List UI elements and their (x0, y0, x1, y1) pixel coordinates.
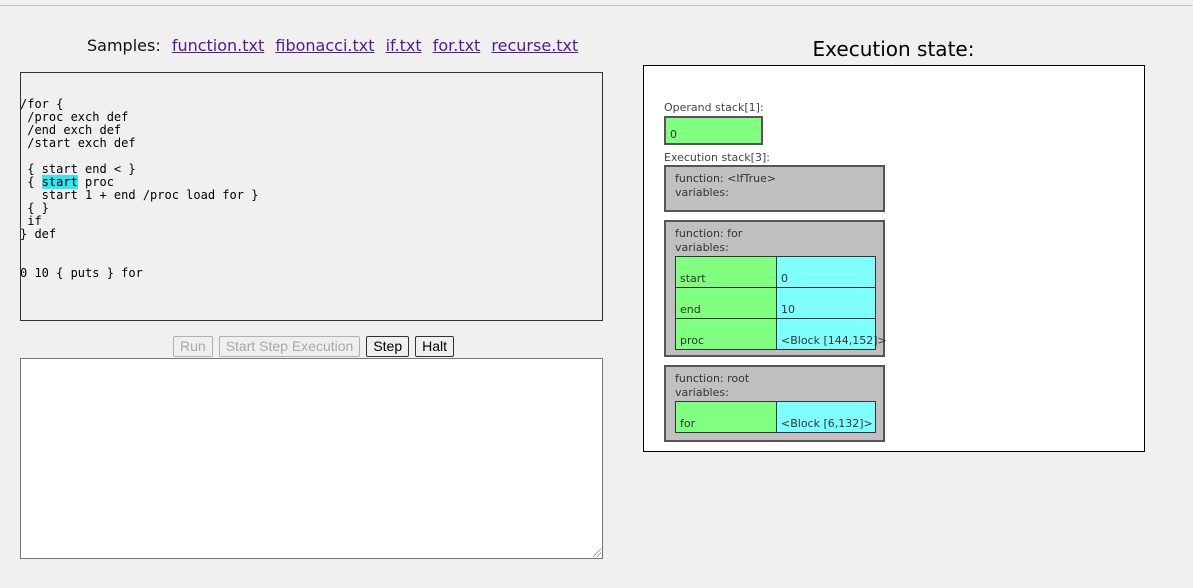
execution-state-title: Execution state: (812, 37, 975, 61)
sample-link-function[interactable]: function.txt (172, 36, 264, 55)
sample-link-recurse[interactable]: recurse.txt (491, 36, 578, 55)
var-name-cell: end (676, 288, 777, 318)
code-editor[interactable]: /for { /proc exch def /end exch def /sta… (20, 72, 603, 321)
halt-button[interactable]: Halt (415, 336, 455, 357)
var-name-cell: for (676, 402, 777, 432)
frame-function-label: function: for (675, 227, 743, 240)
execution-stack-label: Execution stack[3]: (664, 151, 770, 164)
sample-link-if[interactable]: if.txt (386, 36, 422, 55)
run-button[interactable]: Run (173, 336, 213, 357)
stack-frame-for: function: for variables: start 0 end 10 … (664, 220, 887, 357)
execution-state-panel: Operand stack[1]: 0 Execution stack[3]: … (643, 65, 1145, 452)
sample-link-for[interactable]: for.txt (433, 36, 481, 55)
frame-function-label: function: <IfTrue> (675, 172, 777, 185)
variables-table: for <Block [6,132]> (675, 401, 876, 433)
table-row: proc <Block [144,152]> (676, 318, 887, 349)
top-divider (0, 5, 1193, 6)
output-textarea[interactable] (20, 358, 603, 559)
var-value-cell: 10 (777, 288, 875, 318)
var-name: end (680, 303, 701, 316)
control-buttons: Run Start Step Execution Step Halt (173, 336, 455, 357)
var-name: for (680, 417, 696, 430)
var-value-cell: <Block [144,152]> (777, 319, 887, 349)
samples-bar: Samples: function.txt fibonacci.txt if.t… (87, 36, 578, 55)
table-row: end 10 (676, 287, 875, 318)
var-name-cell: proc (676, 319, 777, 349)
stack-frame-iftrue: function: <IfTrue> variables: (664, 165, 885, 212)
resize-grip-icon[interactable] (593, 549, 601, 557)
current-token-highlight: start (41, 175, 78, 189)
frame-function-label: function: root (675, 372, 750, 385)
var-value: <Block [144,152]> (781, 334, 887, 347)
code-after: proc start 1 + end /proc load for } { } … (20, 175, 259, 280)
code-text[interactable]: /for { /proc exch def /end exch def /sta… (20, 98, 259, 280)
var-value-cell: <Block [6,132]> (777, 402, 875, 432)
frame-variables-label: variables: (675, 186, 729, 199)
operand-value: 0 (670, 128, 677, 141)
variables-table: start 0 end 10 proc <Block [144,152]> (675, 256, 887, 350)
start-step-execution-button[interactable]: Start Step Execution (218, 336, 361, 357)
var-value: 0 (781, 272, 788, 285)
frame-variables-label: variables: (675, 386, 729, 399)
table-row: for <Block [6,132]> (676, 402, 875, 432)
operand-stack-item: 0 (664, 116, 763, 145)
samples-label: Samples: (87, 36, 161, 55)
step-button[interactable]: Step (366, 336, 410, 357)
var-name: start (680, 272, 706, 285)
var-value-cell: 0 (777, 257, 875, 287)
stack-frame-root: function: root variables: for <Block [6,… (664, 365, 885, 442)
var-name-cell: start (676, 257, 777, 287)
operand-stack-label: Operand stack[1]: (664, 101, 764, 114)
sample-link-fibonacci[interactable]: fibonacci.txt (275, 36, 374, 55)
table-row: start 0 (676, 257, 875, 287)
var-name: proc (680, 334, 705, 347)
var-value: 10 (781, 303, 795, 316)
var-value: <Block [6,132]> (781, 417, 873, 430)
frame-variables-label: variables: (675, 241, 729, 254)
